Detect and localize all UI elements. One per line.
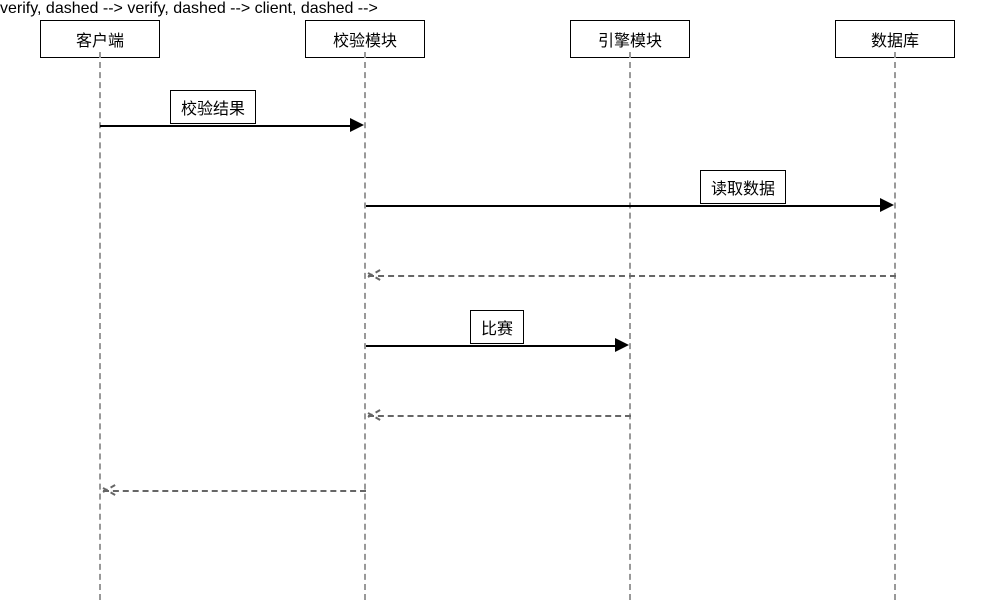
lifeline-engine [629,52,631,600]
arrowhead-right-icon [615,338,629,352]
sequence-diagram: 客户端 校验模块 引擎模块 数据库 校验结果 读取数据 verify, dash… [0,0,1000,610]
lifeline-client [99,52,101,600]
message-label-read-data: 读取数据 [700,170,786,204]
message-return-engine-to-verify [368,415,631,417]
lifeline-database [894,52,896,600]
message-return-verify-to-client [103,490,366,492]
message-label-verify-result: 校验结果 [170,90,256,124]
message-arrow-verify-to-database [366,205,882,207]
message-arrow-verify-to-engine [366,345,617,347]
message-return-database-to-verify [368,275,896,277]
message-label-compete: 比赛 [470,310,524,344]
lifeline-verify [364,52,366,600]
arrowhead-right-icon [880,198,894,212]
arrowhead-right-icon [350,118,364,132]
message-arrow-client-to-verify [100,125,352,127]
